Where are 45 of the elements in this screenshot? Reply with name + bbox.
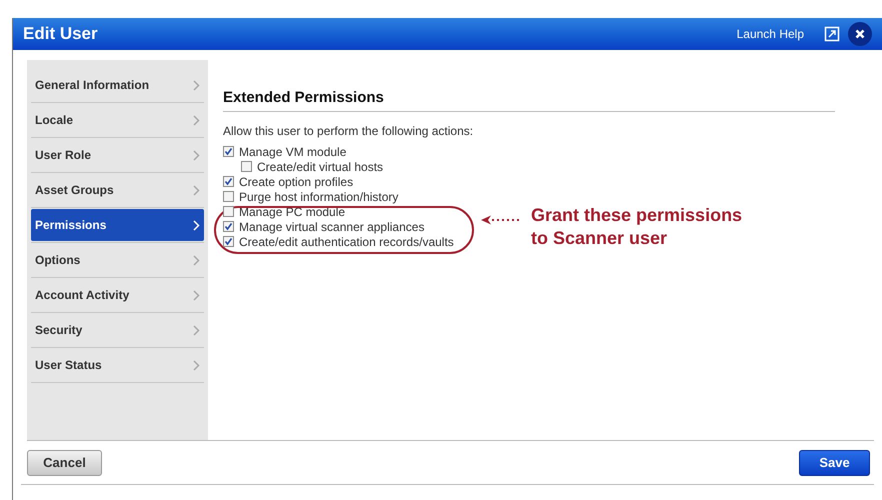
sidebar-item[interactable]: Security (31, 314, 204, 346)
check-icon (224, 177, 233, 186)
chevron-icon (193, 290, 200, 300)
sidebar-item[interactable]: Options (31, 244, 204, 276)
permission-label: Create/edit virtual hosts (257, 158, 384, 176)
permission-label: Manage virtual scanner appliances (239, 218, 424, 236)
chevron-icon (193, 150, 200, 160)
chevron-icon (193, 360, 200, 370)
help-link[interactable]: Launch Help (736, 25, 804, 43)
permission-label: Manage VM module (239, 144, 346, 160)
sidebar-item[interactable]: Asset Groups (31, 174, 204, 206)
checkbox[interactable] (223, 191, 234, 202)
section-title: Extended Permissions (223, 89, 384, 106)
chevron-icon (193, 114, 200, 126)
sidebar-item[interactable]: Locale (31, 104, 204, 136)
close-button[interactable] (848, 22, 872, 46)
checkbox[interactable] (223, 221, 234, 232)
sidebar-item[interactable]: General Information (31, 69, 204, 101)
section-intro: Allow this user to perform the following actions: (223, 123, 474, 140)
sidebar-item[interactable]: User Role (31, 139, 204, 171)
chevron-icon (193, 324, 200, 336)
chevron-icon (193, 184, 200, 196)
window-title: Edit User (23, 23, 98, 46)
permission-label: Create/edit authentication records/vaults (239, 234, 454, 250)
sidebar-item[interactable]: Account Activity (31, 279, 204, 311)
checkbox[interactable] (223, 176, 234, 187)
permission-label: Purge host information/history (239, 188, 398, 206)
arrow-icon (480, 214, 520, 226)
sidebar-item[interactable]: Permissions (31, 209, 204, 241)
chevron-icon (193, 80, 200, 90)
close-icon (855, 29, 865, 39)
permission-label: Create option profiles (239, 174, 354, 190)
annotation-text: Grant these permissions to Scanner user (531, 204, 742, 250)
save-button[interactable]: Save (799, 450, 870, 476)
checkbox[interactable] (223, 206, 234, 217)
permission-label: Manage PC module (239, 204, 346, 220)
checkbox[interactable] (223, 146, 234, 157)
chevron-icon (193, 254, 200, 266)
chevron-icon (193, 220, 200, 230)
check-icon (224, 147, 233, 156)
sidebar-item[interactable]: User Status (31, 349, 204, 381)
checkbox[interactable] (223, 236, 234, 247)
popout-icon[interactable] (824, 26, 840, 42)
cancel-button[interactable]: Cancel (27, 450, 102, 476)
checkbox[interactable] (241, 161, 252, 172)
